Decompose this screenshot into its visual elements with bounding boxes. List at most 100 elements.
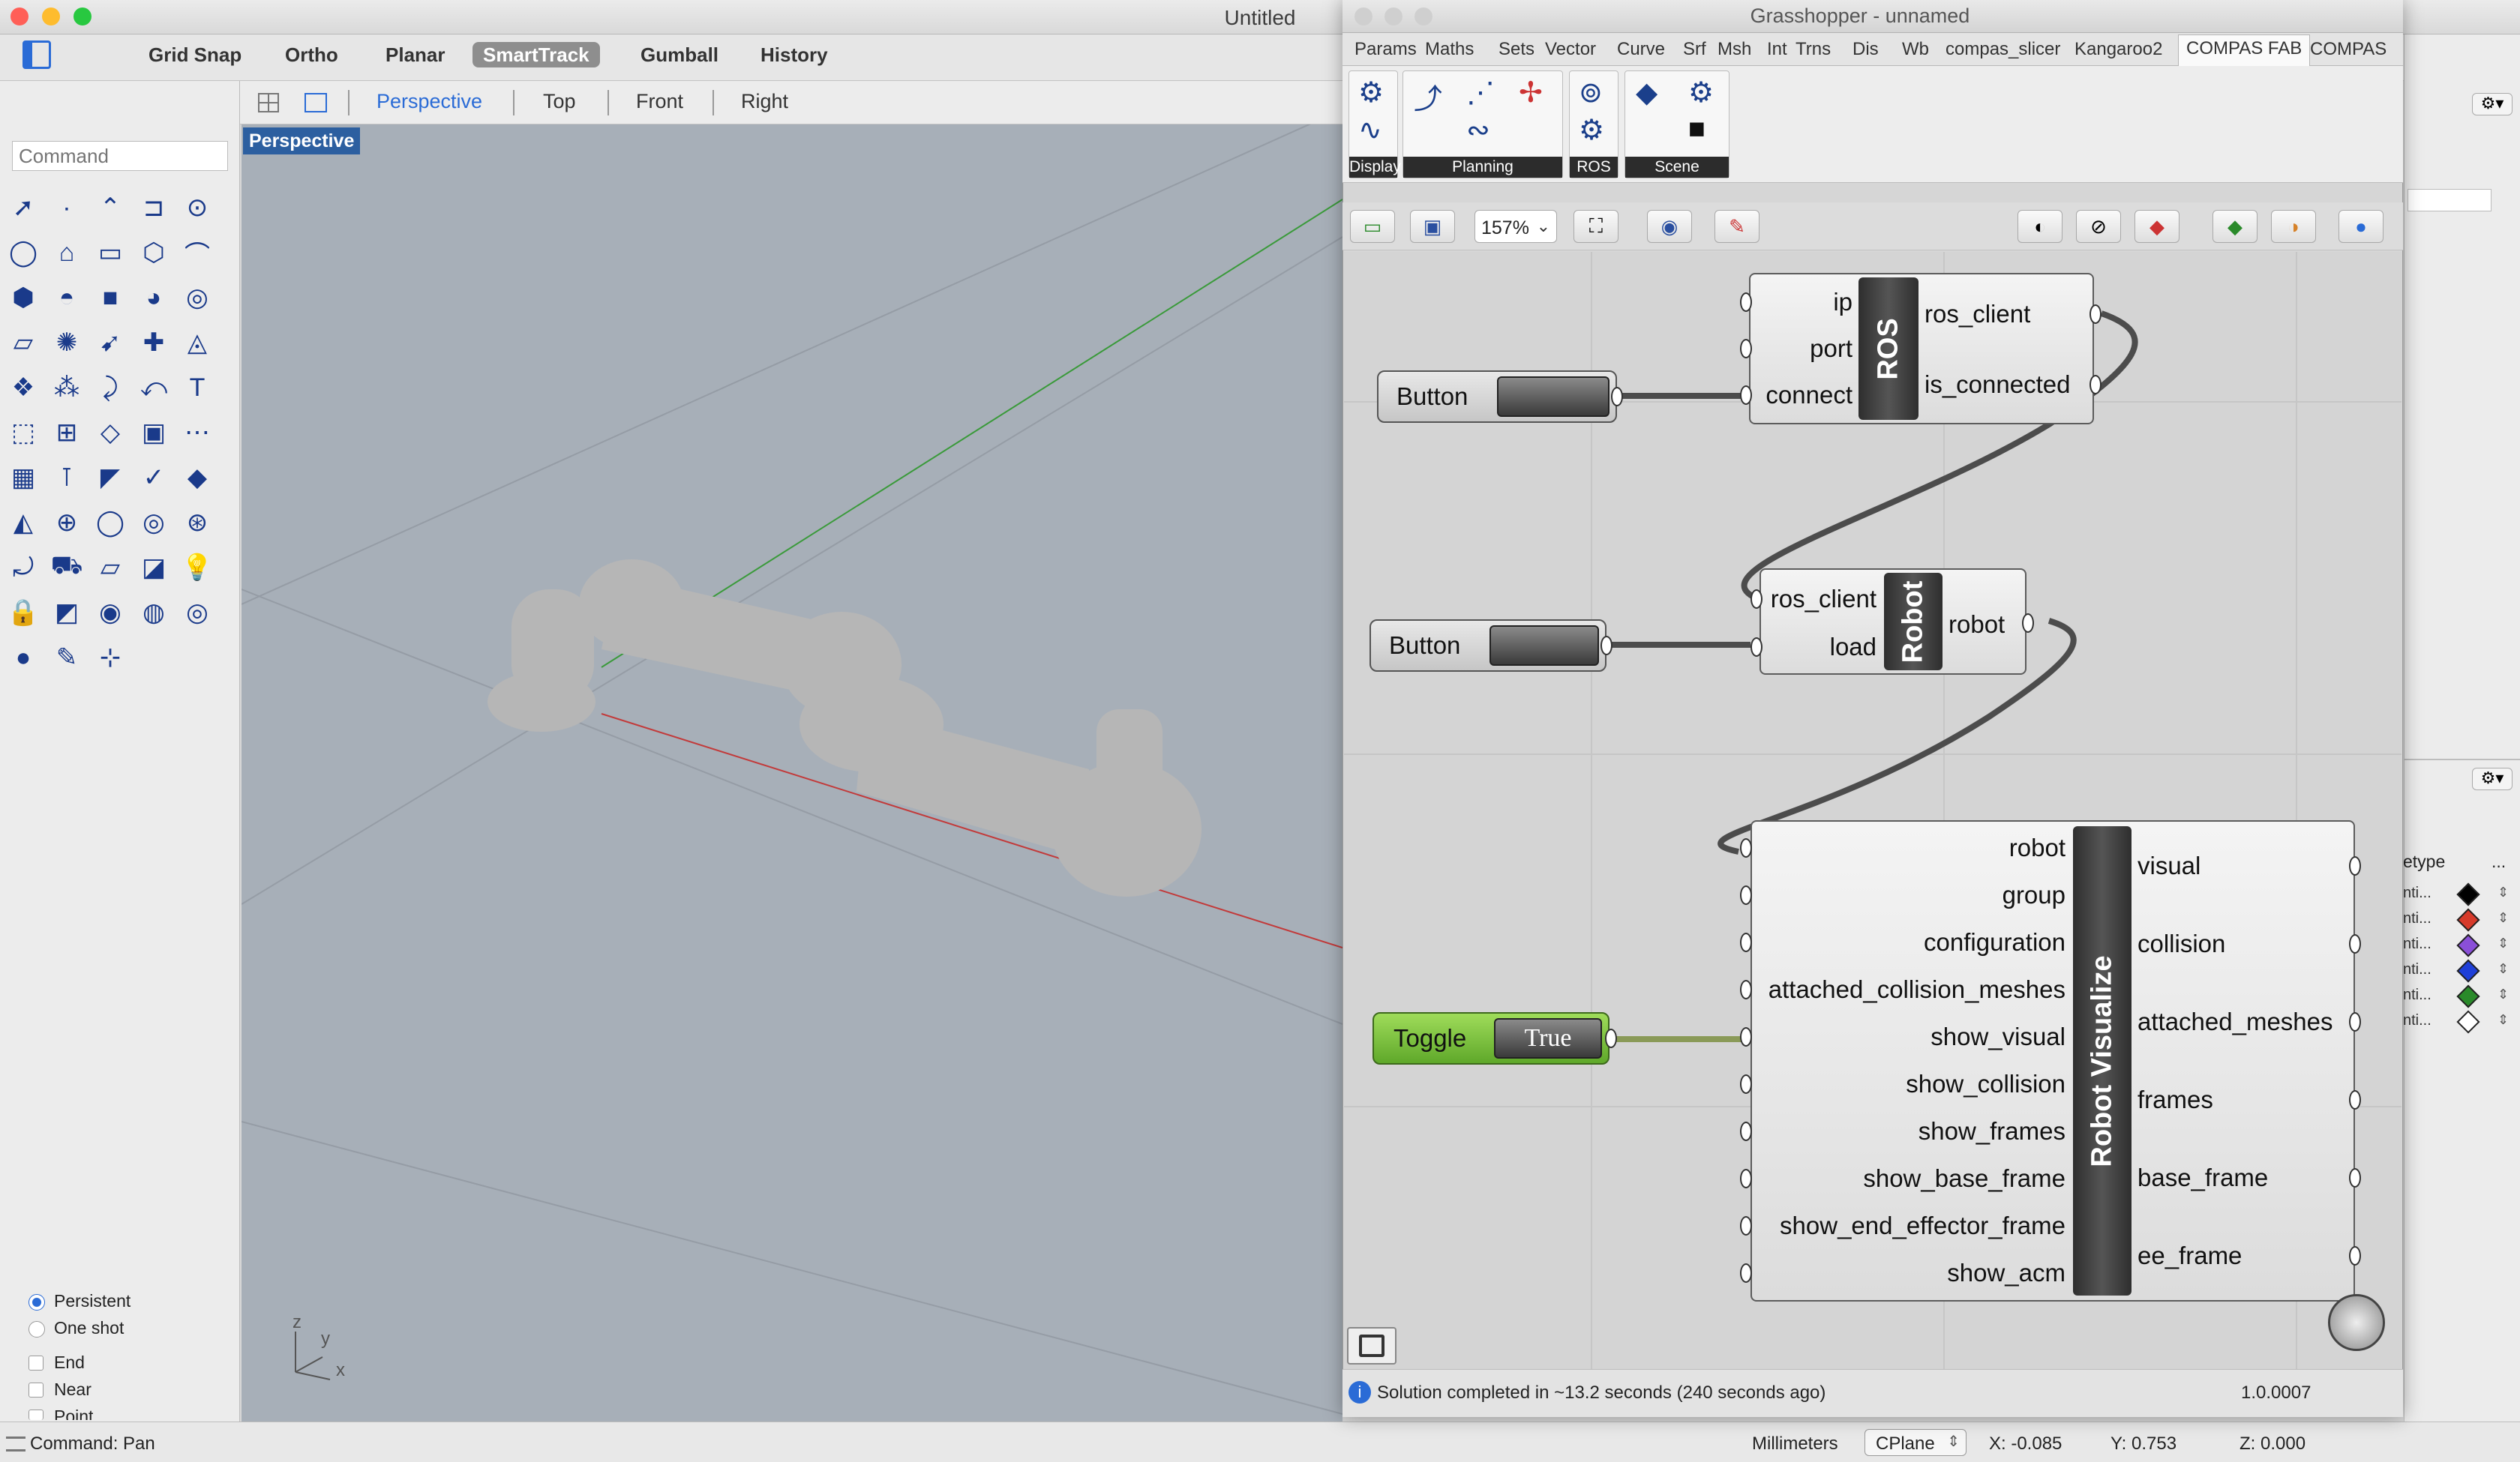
right-panel-field[interactable] <box>2408 189 2492 211</box>
visualize-port-ee-frame[interactable] <box>2349 1246 2361 1266</box>
visualize-output-ee-frame[interactable]: ee_frame <box>2138 1242 2242 1270</box>
split-tool-icon[interactable]: ⊺ <box>50 460 84 495</box>
units-label[interactable]: Millimeters <box>1752 1434 1838 1455</box>
gh-tab-compas[interactable]: COMPAS <box>2310 39 2386 60</box>
ribbon-group-scene[interactable]: ◆ ⚙ ■ Scene <box>1624 70 1730 178</box>
car-tool-icon[interactable]: ⛟ <box>50 550 84 585</box>
ros-input-connect[interactable]: connect <box>1755 381 1852 409</box>
mesh-tool-icon[interactable]: ▦ <box>6 460 40 495</box>
visualize-input-show-end-effector-frame[interactable]: show_end_effector_frame <box>1755 1212 2066 1240</box>
ros-robot-icon[interactable]: ⚙ <box>1579 113 1604 147</box>
close-window-button[interactable] <box>10 7 28 25</box>
plane-tool-icon[interactable]: ▱ <box>6 325 40 360</box>
gh-tab-curve[interactable]: Curve <box>1617 39 1665 60</box>
rectangle-tool-icon[interactable]: ▭ <box>93 235 128 270</box>
visualize-port-visual[interactable] <box>2349 856 2361 876</box>
gumball-button[interactable]: Gumball <box>630 42 729 67</box>
rotate-tool-icon[interactable]: ⤸ <box>93 370 128 405</box>
dimension-tool-icon[interactable]: ⋯ <box>180 415 214 450</box>
visualize-port-show-acm[interactable] <box>1740 1263 1752 1283</box>
visualize-output-collision[interactable]: collision <box>2138 930 2225 958</box>
gh-tab-dis[interactable]: Dis <box>1852 39 1879 60</box>
visualize-output-base-frame[interactable]: base_frame <box>2138 1164 2268 1192</box>
plan-motion-icon[interactable]: ⤴ <box>1414 76 1442 117</box>
ros-input-port[interactable]: port <box>1755 334 1852 363</box>
layer-column-more[interactable]: ... <box>2492 852 2506 872</box>
plan-trajectory-icon[interactable]: ∾ <box>1466 113 1490 147</box>
gh-tab-int[interactable]: Int <box>1767 39 1787 60</box>
ros-input-ip[interactable]: ip <box>1755 288 1852 316</box>
visualize-port-frames[interactable] <box>2349 1090 2361 1110</box>
light-tool-icon[interactable]: 💡 <box>180 550 214 585</box>
chevron-updown-icon[interactable]: ⇕ <box>2498 910 2509 926</box>
robot-input-load[interactable]: load <box>1764 633 1876 661</box>
point-tool-icon[interactable]: ∙ <box>50 190 84 225</box>
section-tool-icon[interactable]: ✎ <box>50 640 84 675</box>
document-preview-icon[interactable]: ◑ <box>2271 210 2316 243</box>
single-viewport-icon[interactable] <box>304 93 327 112</box>
visualize-output-visual[interactable]: visual <box>2138 852 2200 880</box>
ros-output-is-connected[interactable]: is_connected <box>1924 370 2070 399</box>
text-tool-icon[interactable]: T <box>180 370 214 405</box>
robot-input-ros-client[interactable]: ros_client <box>1764 585 1876 613</box>
gh-tab-vector[interactable]: Vector <box>1545 39 1596 60</box>
visualize-port-attached-collision-meshes[interactable] <box>1740 980 1752 999</box>
polygon-tool-icon[interactable]: ⬡ <box>136 235 171 270</box>
gh-tab-srf[interactable]: Srf <box>1683 39 1706 60</box>
chevron-updown-icon[interactable]: ⇕ <box>2498 987 2509 1002</box>
ros-port-is-connected[interactable] <box>2090 375 2102 394</box>
chevron-updown-icon[interactable]: ⇕ <box>2498 885 2509 900</box>
polyline-tool-icon[interactable]: ⌃ <box>93 190 128 225</box>
zoom-extents-icon[interactable]: ⛶ <box>1574 210 1618 243</box>
ros-port-ros-client[interactable] <box>2090 304 2102 324</box>
visualize-port-show-frames[interactable] <box>1740 1122 1752 1141</box>
canvas-navigation-dial-icon[interactable] <box>2328 1294 2385 1351</box>
explode-tool-icon[interactable]: ✺ <box>50 325 84 360</box>
visualize-input-group[interactable]: group <box>1755 881 2066 909</box>
sketch-pen-icon[interactable]: ✎ <box>1714 210 1760 243</box>
gh-tab-kangaroo2[interactable]: Kangaroo2 <box>2074 39 2162 60</box>
visualize-output-attached-meshes[interactable]: attached_meshes <box>2138 1008 2333 1036</box>
osnap-point-checkbox[interactable] <box>28 1410 44 1420</box>
tab-right[interactable]: Right <box>741 90 788 113</box>
scene-robot-icon[interactable]: ⚙ <box>1688 76 1714 109</box>
color-wheel-tool-icon[interactable]: ◉ <box>93 595 128 630</box>
group-tool-icon[interactable]: ❖ <box>6 370 40 405</box>
visualize-input-attached-collision-meshes[interactable]: attached_collision_meshes <box>1755 975 2066 1004</box>
block-tool-icon[interactable]: ▣ <box>136 415 171 450</box>
visualize-port-attached-meshes[interactable] <box>2349 1012 2361 1032</box>
material-tool-icon[interactable]: ⊛ <box>180 505 214 540</box>
ortho-button[interactable]: Ortho <box>274 42 349 67</box>
ros-port-connect[interactable] <box>1740 385 1752 405</box>
visualize-port-robot[interactable] <box>1740 838 1752 858</box>
circle-tool-icon[interactable]: ⊙ <box>180 190 214 225</box>
trim-tool-icon[interactable]: ◬ <box>180 325 214 360</box>
persistent-radio[interactable] <box>28 1294 45 1311</box>
toggle-value-box[interactable]: True <box>1494 1018 1602 1059</box>
visualize-input-robot[interactable]: robot <box>1755 834 2066 862</box>
chevron-updown-icon[interactable]: ⇕ <box>2498 961 2509 977</box>
render-tool-icon[interactable]: ◎ <box>136 505 171 540</box>
preview-wire-icon[interactable]: ◐ <box>2018 210 2062 243</box>
planar-button[interactable]: Planar <box>375 42 456 67</box>
button-output-port[interactable] <box>1611 387 1623 406</box>
button-face[interactable] <box>1497 376 1610 417</box>
ribbon-group-planning[interactable]: ⤴ ⋰ ✢ ∾ Planning <box>1402 70 1563 178</box>
move-tool-icon[interactable]: ✚ <box>136 325 171 360</box>
visualize-port-group[interactable] <box>1740 885 1752 905</box>
ros-port-port[interactable] <box>1740 339 1752 358</box>
visualize-input-show-visual[interactable]: show_visual <box>1755 1023 2066 1051</box>
gh-tab-wb[interactable]: Wb <box>1902 39 1929 60</box>
save-file-icon[interactable]: ▣ <box>1410 210 1455 243</box>
preview-shaded-icon[interactable]: ◆ <box>2134 210 2180 243</box>
layer-name[interactable]: nti... <box>2403 910 2440 927</box>
visualize-port-show-collision[interactable] <box>1740 1074 1752 1094</box>
gh-close-button[interactable] <box>1354 7 1372 25</box>
ros-port-ip[interactable] <box>1740 292 1752 312</box>
visualize-port-show-end-effector-frame[interactable] <box>1740 1216 1752 1236</box>
environment-tool-icon[interactable]: ◎ <box>180 595 214 630</box>
globe-tool-icon[interactable]: ● <box>6 640 40 675</box>
sphere-tool-icon[interactable]: ◕ <box>136 280 171 315</box>
layer-name[interactable]: nti... <box>2403 987 2440 1004</box>
right-panel-gear-icon[interactable]: ⚙▾ <box>2472 93 2512 115</box>
